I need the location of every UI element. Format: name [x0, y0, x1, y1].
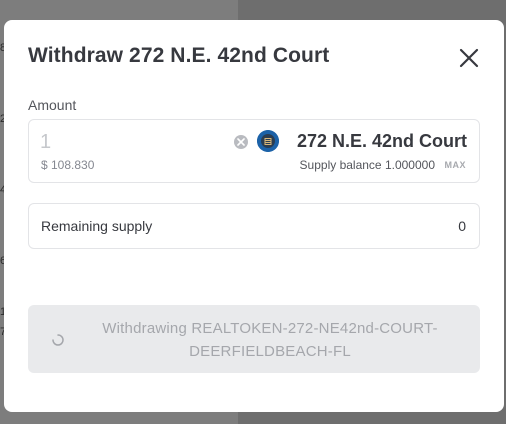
amount-label: Amount — [28, 97, 77, 113]
close-icon — [459, 48, 479, 68]
withdraw-button[interactable]: Withdrawing REALTOKEN-272-NE42nd-COURT-D… — [28, 305, 480, 373]
spinner-icon — [52, 334, 64, 346]
max-button[interactable]: MAX — [445, 160, 467, 170]
amount-field: 272 N.E. 42nd Court $ 108.830 Supply bal… — [28, 119, 480, 183]
token-name: 272 N.E. 42nd Court — [296, 131, 467, 151]
withdraw-button-label: Withdrawing REALTOKEN-272-NE42nd-COURT-D… — [102, 320, 438, 360]
token-icon — [257, 130, 279, 152]
close-button[interactable] — [458, 47, 480, 69]
supply-balance: Supply balance 1.000000 — [299, 158, 435, 172]
clear-input-icon — [237, 138, 245, 146]
withdraw-modal: Withdraw 272 N.E. 42nd Court Amount 272 … — [4, 20, 504, 412]
usd-value: $ 108.830 — [41, 158, 95, 172]
remaining-supply-label: Remaining supply — [41, 218, 153, 234]
modal-title: Withdraw 272 N.E. 42nd Court — [28, 44, 330, 67]
amount-input[interactable] — [40, 131, 220, 154]
clear-input-button[interactable] — [234, 135, 248, 149]
remaining-supply-row: Remaining supply 0 — [28, 203, 480, 249]
remaining-supply-value: 0 — [458, 218, 466, 234]
